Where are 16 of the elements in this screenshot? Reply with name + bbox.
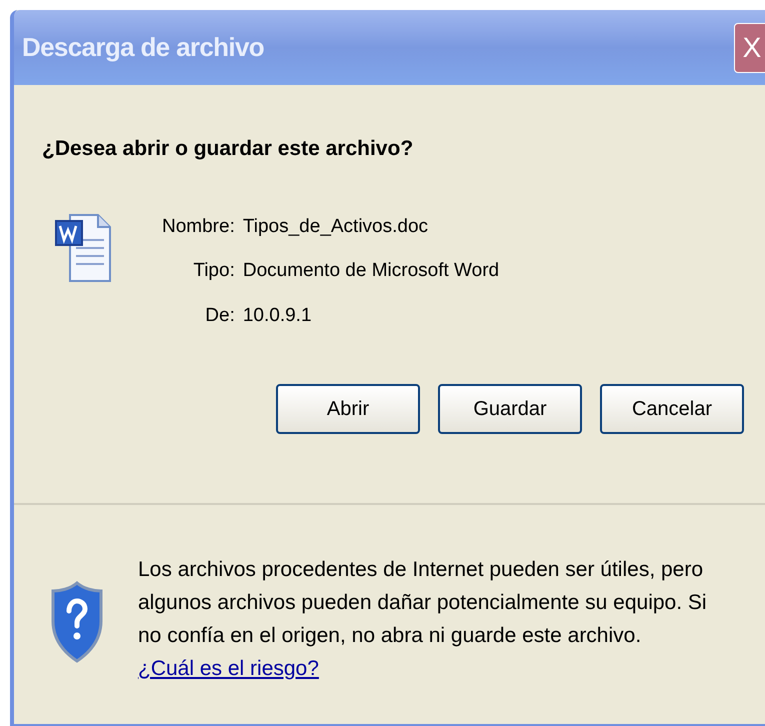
window-title: Descarga de archivo bbox=[22, 31, 264, 64]
close-button[interactable]: X bbox=[734, 22, 765, 72]
field-value: Documento de Microsoft Word bbox=[242, 259, 500, 283]
shield-help-icon bbox=[50, 581, 104, 663]
field-value: Tipos_de_Activos.doc bbox=[242, 214, 430, 238]
dialog-button[interactable]: Guardar bbox=[438, 384, 582, 434]
dialog-button[interactable]: Cancelar bbox=[600, 384, 744, 434]
dialog-button[interactable]: Abrir bbox=[276, 384, 420, 434]
document-icon bbox=[54, 212, 112, 282]
field-label: Tipo: bbox=[192, 259, 235, 283]
warning-text: Los archivos procedentes de Internet pueden ser útiles, pero algunos archivos pueden dañar potencialmente su equipo. Si no confía en el origen, no abra ni guarde este archivo. ¿Cuál es el riesgo? bbox=[138, 557, 708, 682]
field-label: De: bbox=[204, 304, 235, 328]
dialog-question: ¿Desea abrir o guardar este archivo? bbox=[42, 136, 414, 162]
field-label: Nombre: bbox=[162, 214, 235, 238]
field-value: 10.0.9.1 bbox=[242, 304, 313, 328]
risk-link[interactable]: ¿Cuál es el riesgo? bbox=[138, 657, 319, 680]
